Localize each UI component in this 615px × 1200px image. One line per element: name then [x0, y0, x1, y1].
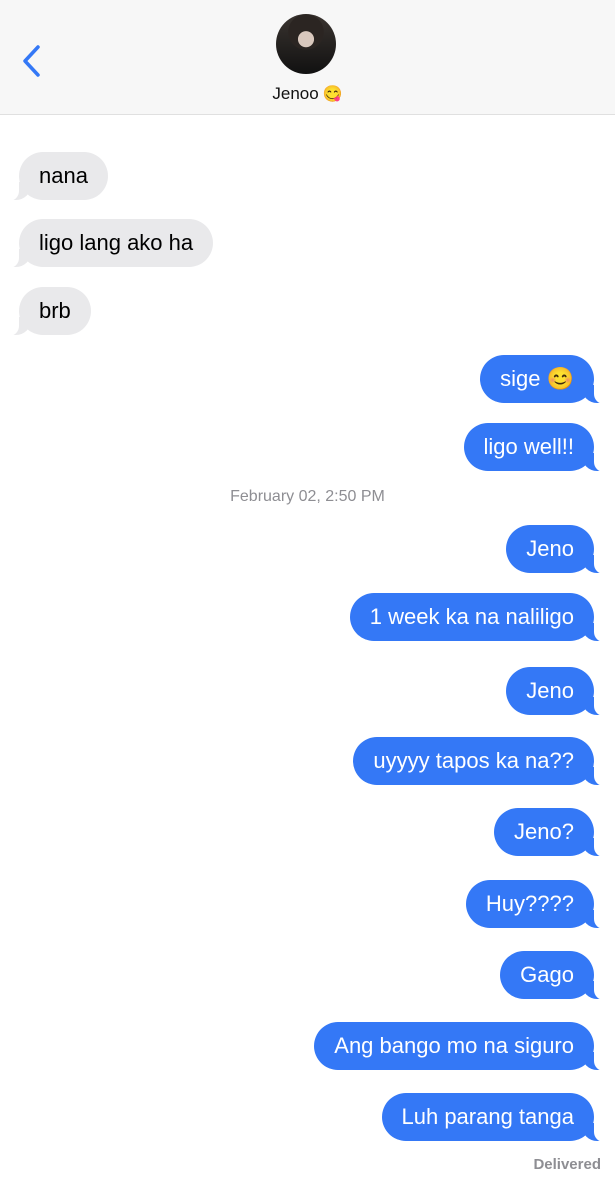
message-bubble-outgoing[interactable]: 1 week ka na naliligo: [349, 593, 607, 642]
message-bubble-outgoing[interactable]: Jeno?: [494, 808, 606, 857]
chevron-left-icon: [23, 45, 40, 77]
message-bubble-incoming[interactable]: brb: [7, 287, 91, 336]
contact-emoji: 😋: [322, 86, 343, 103]
contact-avatar[interactable]: [276, 14, 336, 74]
delivery-status: Delivered: [533, 1156, 601, 1173]
message-bubble-incoming[interactable]: ligo lang ako ha: [6, 219, 214, 268]
message-bubble-outgoing[interactable]: uyyyy tapos ka na??: [353, 737, 606, 786]
message-bubble-outgoing[interactable]: Jeno: [506, 667, 606, 716]
contact-name: Jenoo: [272, 84, 319, 103]
message-timestamp: February 02, 2:50 PM: [230, 488, 385, 505]
message-bubble-outgoing[interactable]: Luh parang tanga: [381, 1093, 606, 1142]
message-bubble-outgoing[interactable]: ligo well!!: [463, 423, 607, 472]
message-bubble-incoming[interactable]: nana: [7, 152, 108, 201]
message-bubble-outgoing[interactable]: Jeno: [506, 525, 606, 574]
contact-name-button[interactable]: Jenoo 😋: [0, 84, 615, 104]
message-bubble-outgoing[interactable]: sige 😊: [480, 355, 606, 404]
message-bubble-outgoing[interactable]: Ang bango mo na siguro: [314, 1022, 606, 1071]
message-bubble-outgoing[interactable]: Gago: [500, 951, 606, 1000]
conversation-header: Jenoo 😋: [0, 0, 615, 115]
message-bubble-outgoing[interactable]: Huy????: [465, 880, 607, 929]
back-button[interactable]: [18, 42, 46, 82]
